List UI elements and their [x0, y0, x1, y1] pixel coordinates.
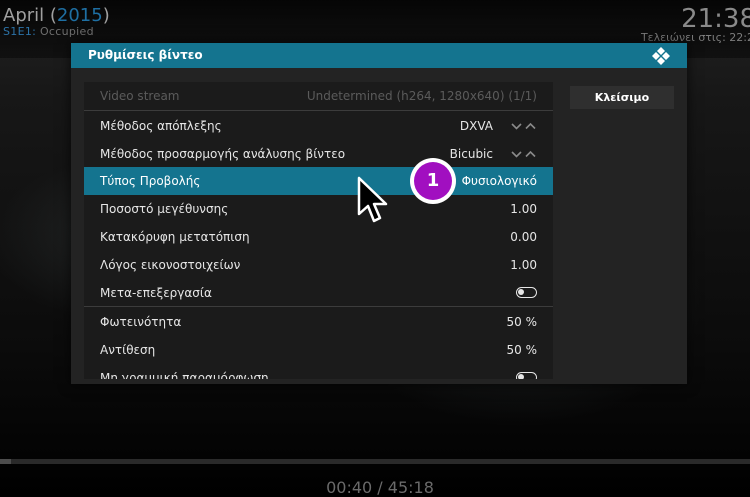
playback-time: 00:40 / 45:18 [326, 478, 434, 497]
settings-row[interactable]: Αντίθεση 50 % [84, 336, 553, 364]
settings-list: Video stream Undetermined (h264, 1280x640… [84, 82, 553, 379]
clock: 21:38 [681, 4, 750, 34]
dialog-header: Ρυθμίσεις βίντεο [71, 43, 687, 68]
list-separator [84, 109, 553, 111]
dialog-title: Ρυθμίσεις βίντεο [88, 48, 203, 62]
settings-row-value: Bicubic [449, 146, 493, 161]
episode-title: Occupied [39, 25, 94, 38]
toggle-switch[interactable] [516, 372, 537, 379]
settings-row[interactable]: Μέθοδος προσαρμογής ανάλυσης βίντεο Bicub… [84, 140, 553, 168]
settings-row[interactable]: Μετα-επεξεργασία [84, 279, 553, 307]
settings-row-label: Ποσοστό μεγέθυνσης [100, 202, 229, 217]
settings-row-label: Μετα-επεξεργασία [100, 285, 212, 300]
settings-row[interactable]: Μη γραμμική παραμόρφωση [84, 364, 553, 379]
settings-row-label: Λόγος εικονοστοιχείων [100, 257, 241, 272]
settings-row[interactable]: Ποσοστό μεγέθυνσης 1.00 [84, 195, 553, 223]
settings-row-label: Μη γραμμική παραμόρφωση [100, 371, 269, 379]
toggle-switch[interactable] [516, 286, 537, 298]
settings-row-value: 1.00 [510, 202, 537, 217]
settings-row-value: 50 % [506, 343, 538, 358]
settings-row-label: Κατακόρυφη μετατόπιση [100, 230, 250, 244]
settings-row-value: 0.00 [510, 230, 537, 244]
list-separator [84, 306, 553, 308]
playback-progress-fill [0, 459, 12, 464]
playback-progress-bar[interactable] [0, 459, 750, 464]
settings-row-label: Video stream [100, 89, 180, 103]
settings-row-label: Τύπος Προβολής [100, 174, 201, 189]
settings-row-label: Αντίθεση [100, 343, 156, 358]
kodi-logo-icon [652, 47, 670, 65]
settings-row: Video stream Undetermined (h264, 1280x640… [84, 82, 553, 110]
step-callout-number: 1 [414, 162, 452, 200]
settings-row-label: Μέθοδος απόπλεξης [100, 118, 222, 133]
spinner-arrows-icon[interactable] [511, 149, 537, 159]
settings-row[interactable]: Λόγος εικονοστοιχείων 1.00 [84, 251, 553, 279]
settings-row[interactable]: Τύπος Προβολής Φυσιολογικό [84, 167, 553, 196]
settings-row[interactable]: Κατακόρυφη μετατόπιση 0.00 [84, 223, 553, 251]
spinner-arrows-icon[interactable] [511, 121, 537, 131]
settings-row-value: 50 % [506, 315, 538, 330]
settings-row-value: Φυσιολογικό [461, 174, 537, 189]
settings-row-value: Undetermined (h264, 1280x640) (1/1) [306, 89, 537, 103]
settings-row-label: Φωτεινότητα [100, 315, 182, 330]
settings-row-label: Μέθοδος προσαρμογής ανάλυσης βίντεο [100, 146, 346, 161]
settings-row[interactable]: Φωτεινότητα 50 % [84, 308, 553, 336]
step-callout: 1 [410, 158, 456, 204]
settings-row[interactable]: Μέθοδος απόπλεξης DXVA [84, 112, 553, 140]
episode-info: S1E1: Occupied [3, 25, 94, 38]
settings-row-value: DXVA [459, 118, 493, 133]
show-year: 2015 [56, 5, 103, 26]
close-button[interactable]: Κλείσιμο [570, 86, 674, 109]
episode-number: S1E1: [3, 25, 37, 38]
mouse-pointer-icon [357, 176, 388, 223]
show-title: April (2015) [3, 5, 110, 26]
settings-row-value: 1.00 [510, 257, 537, 272]
